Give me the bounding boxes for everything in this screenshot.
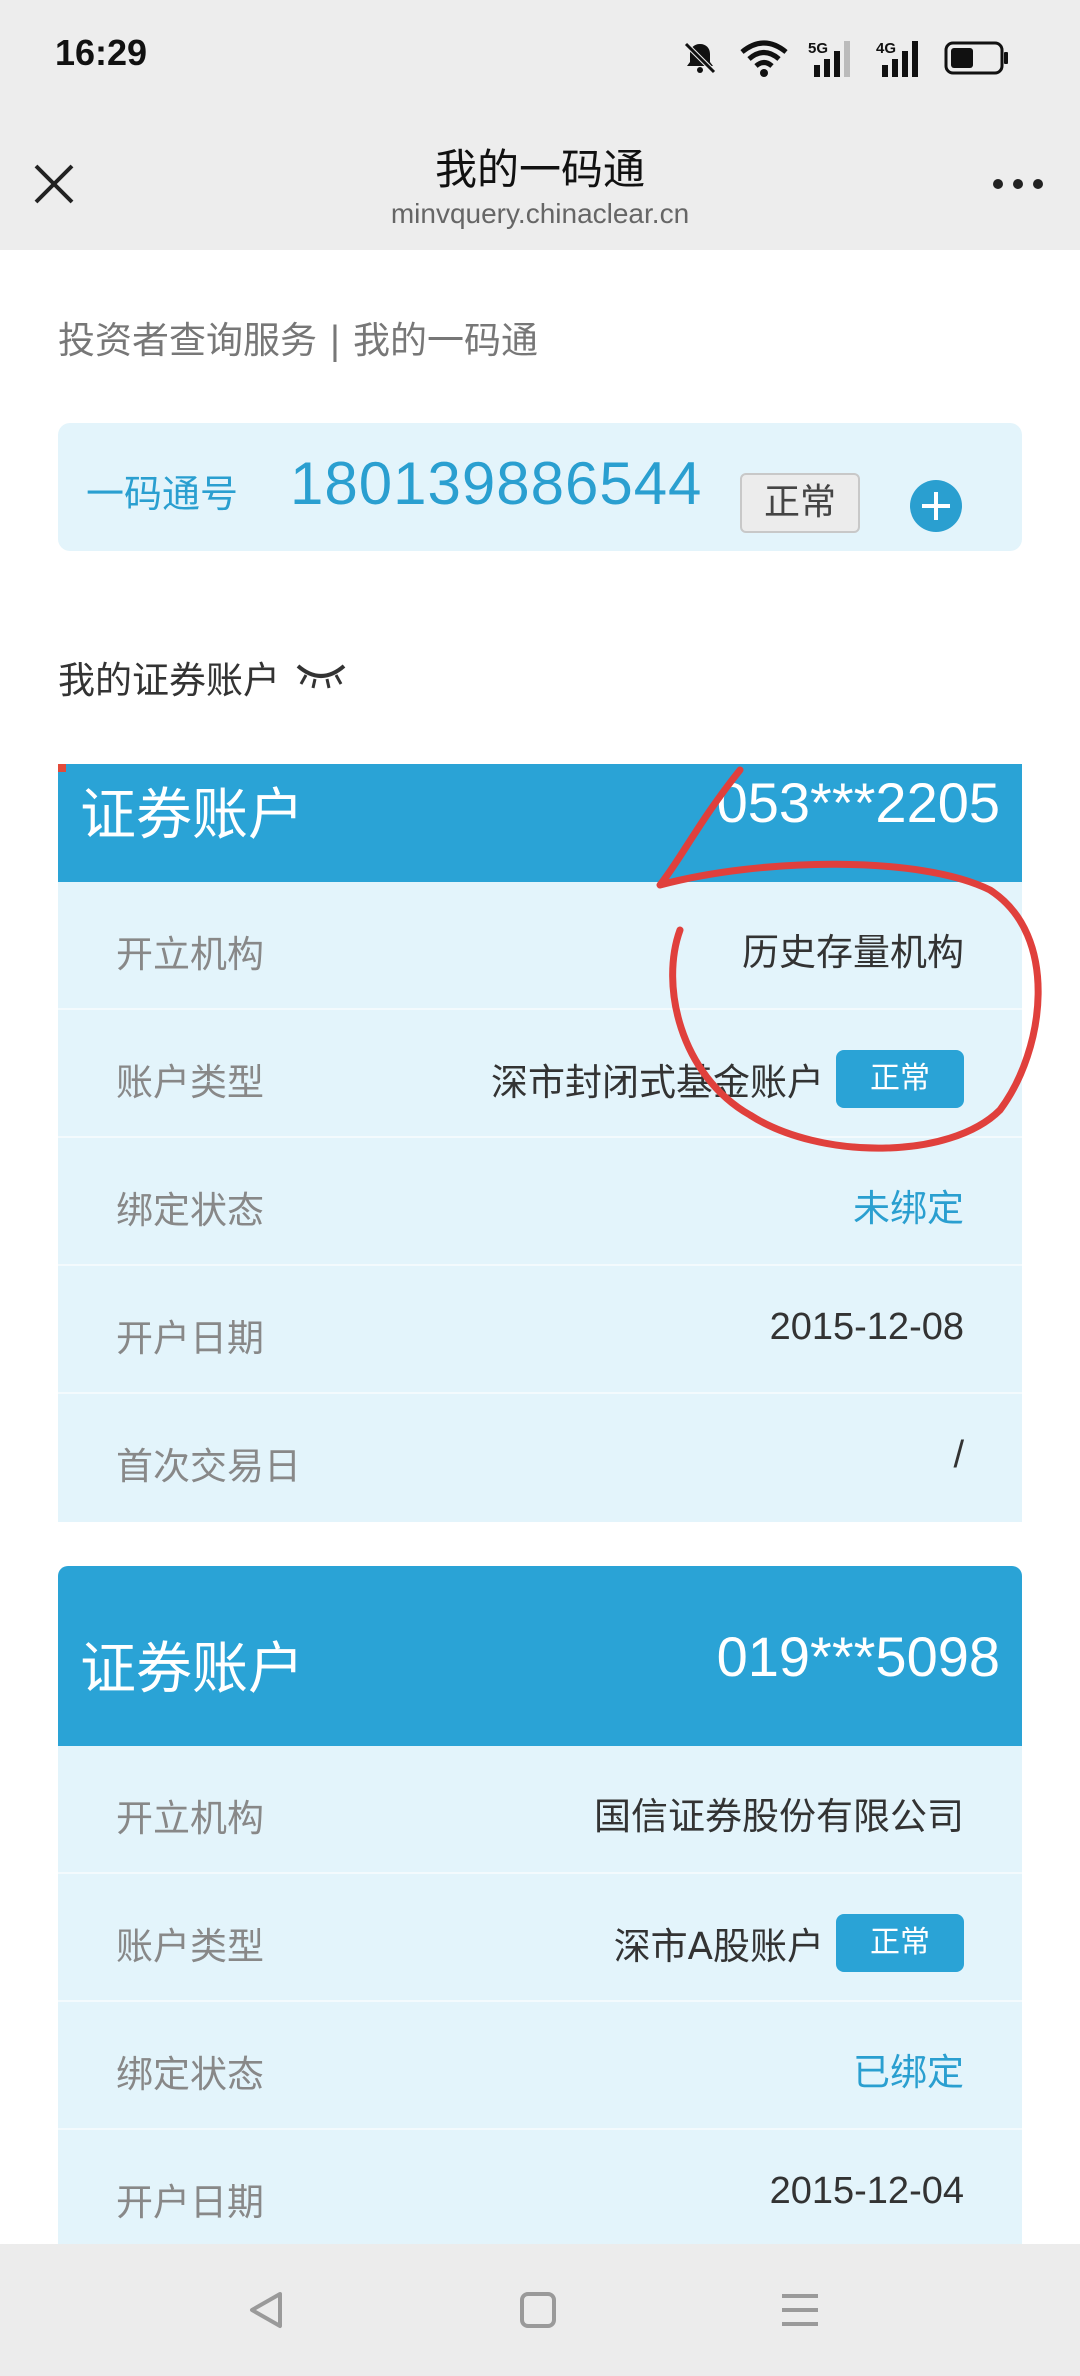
account-type-value: 深市封闭式基金账户 <box>491 1061 824 1104</box>
row-label: 开立机构 <box>116 933 264 976</box>
row-label: 账户类型 <box>116 1061 264 1104</box>
status-time: 16:29 <box>55 32 148 73</box>
account-card-header: 证券账户 053***2205 <box>58 764 1022 882</box>
row-label: 开立机构 <box>116 1797 264 1840</box>
bind-link[interactable]: 未绑定 <box>853 1178 964 1232</box>
row-value: 历史存量机构 <box>742 922 964 976</box>
first-trade-value: / <box>953 1434 964 1476</box>
account-number: 019***5098 <box>716 1625 1000 1688</box>
row-label: 开户日期 <box>116 1317 264 1360</box>
back-icon[interactable] <box>236 2280 296 2340</box>
row-value: / <box>953 1434 964 1477</box>
account-title: 证券账户 <box>80 1637 304 1702</box>
row-label: 绑定状态 <box>116 1189 264 1232</box>
row-label: 账户类型 <box>116 1925 264 1968</box>
row-value: 深市封闭式基金账户 正常 <box>491 1050 964 1108</box>
open-date-value: 2015-12-04 <box>769 2170 964 2212</box>
row-institution: 开立机构 历史存量机构 <box>58 882 1022 1010</box>
section-title-label: 我的证券账户 <box>58 659 280 702</box>
account-number: 053***2205 <box>716 771 1000 834</box>
section-title: 我的证券账户 <box>58 650 348 704</box>
account-title: 证券账户 <box>80 783 304 848</box>
bell-off-icon <box>680 38 720 78</box>
eye-closed-icon[interactable] <box>294 656 348 699</box>
status-bar: 16:29 5G 4G <box>0 0 1080 118</box>
more-icon[interactable] <box>990 170 1046 198</box>
row-label: 绑定状态 <box>116 2053 264 2096</box>
row-binding-status: 绑定状态 未绑定 <box>58 1138 1022 1266</box>
open-date-value: 2015-12-08 <box>769 1306 964 1348</box>
account-type-value: 深市A股账户 <box>613 1925 824 1968</box>
status-badge: 正常 <box>836 1914 964 1972</box>
signal-5g-icon: 5G <box>808 37 858 79</box>
row-label: 开户日期 <box>116 2181 264 2224</box>
row-value: 国信证券股份有限公司 <box>594 1786 964 1840</box>
page-content: 投资者查询服务 | 我的一码通 一码通号 180139886544 正常 我的证… <box>0 250 1080 2244</box>
binding-value[interactable]: 未绑定 <box>853 1178 964 1232</box>
page-url: minvquery.chinaclear.cn <box>390 198 690 229</box>
status-icons: 5G 4G <box>680 34 1010 82</box>
row-label: 首次交易日 <box>116 1445 301 1488</box>
nav-bar: 我的一码通 minvquery.chinaclear.cn <box>0 118 1080 250</box>
signal-4g-icon: 4G <box>876 37 926 79</box>
home-icon[interactable] <box>508 2280 568 2340</box>
marker <box>58 764 66 772</box>
row-value: 2015-12-04 <box>770 2170 964 2213</box>
row-open-date: 开户日期 2015-12-08 <box>58 1266 1022 1394</box>
code-card: 一码通号 180139886544 正常 <box>58 423 1022 551</box>
account-card[interactable]: 证券账户 053***2205 开立机构 历史存量机构 账户类型 深市封闭式基金… <box>58 764 1022 1522</box>
status-badge: 正常 <box>836 1050 964 1108</box>
row-binding-status: 绑定状态 已绑定 <box>58 2002 1022 2130</box>
institution-value: 历史存量机构 <box>742 931 964 974</box>
code-label: 一码通号 <box>86 472 239 516</box>
wifi-icon <box>738 38 790 78</box>
account-card-header: 证券账户 019***5098 <box>58 1566 1022 1746</box>
row-value: 深市A股账户 正常 <box>614 1914 964 1972</box>
account-card[interactable]: 证券账户 019***5098 开立机构 国信证券股份有限公司 账户类型 深市A… <box>58 1566 1022 2244</box>
binding-value[interactable]: 已绑定 <box>853 2042 964 2096</box>
row-account-type: 账户类型 深市封闭式基金账户 正常 <box>58 1010 1022 1138</box>
row-open-date: 开户日期 2015-12-04 <box>58 2130 1022 2244</box>
status-badge: 正常 <box>740 473 860 533</box>
breadcrumb: 投资者查询服务 | 我的一码通 <box>58 319 538 362</box>
battery-icon <box>944 41 1010 75</box>
signal-5g-label: 5G <box>808 40 828 57</box>
code-number: 180139886544 <box>290 450 703 517</box>
row-account-type: 账户类型 深市A股账户 正常 <box>58 1874 1022 2002</box>
institution-value: 国信证券股份有限公司 <box>594 1795 964 1838</box>
page-title: 我的一码通 <box>434 145 645 194</box>
signal-4g-label: 4G <box>876 40 896 57</box>
system-nav-bar <box>0 2244 1080 2376</box>
row-first-trade-date: 首次交易日 / <box>58 1394 1022 1522</box>
plus-circle-icon[interactable] <box>910 480 962 532</box>
bind-link[interactable]: 已绑定 <box>853 2042 964 2096</box>
row-value: 2015-12-08 <box>770 1306 964 1349</box>
row-institution: 开立机构 国信证券股份有限公司 <box>58 1746 1022 1874</box>
menu-icon[interactable] <box>770 2280 830 2340</box>
